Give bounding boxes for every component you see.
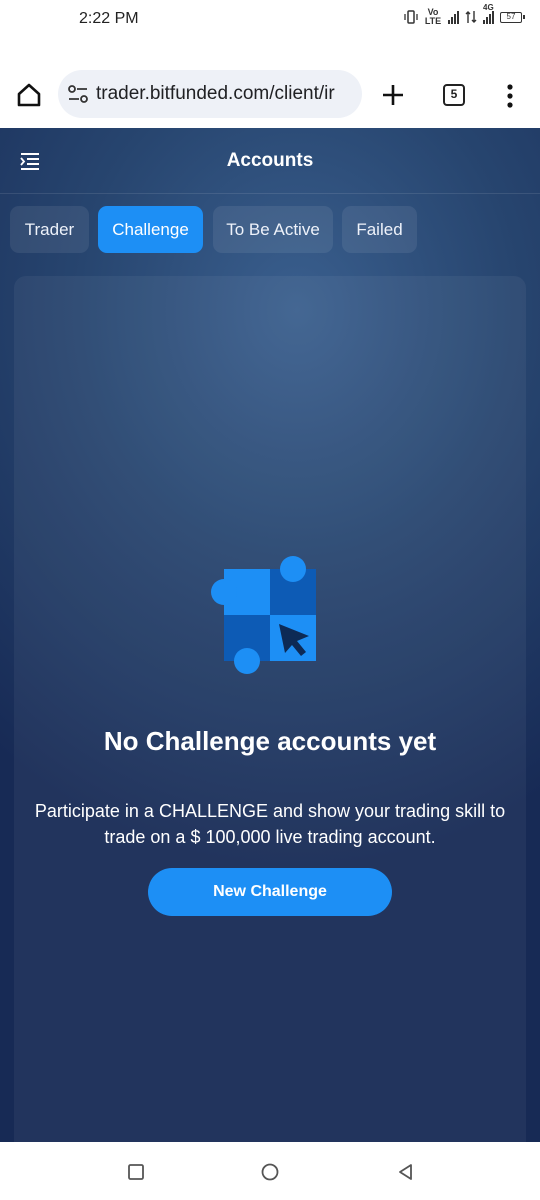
new-challenge-button[interactable]: New Challenge — [148, 868, 392, 916]
back-icon[interactable] — [396, 1162, 416, 1182]
tabs-count-button[interactable]: 5 — [443, 84, 465, 106]
signal-icon — [448, 10, 459, 24]
tab-failed[interactable]: Failed — [342, 206, 417, 253]
empty-state-title: No Challenge accounts yet — [103, 726, 437, 756]
empty-state-description: Participate in a CHALLENGE and show your… — [34, 801, 506, 847]
home-nav-icon[interactable] — [260, 1162, 280, 1182]
recents-icon[interactable] — [126, 1162, 146, 1182]
app-content: Accounts Trader Challenge To Be Active F… — [0, 128, 540, 1142]
empty-state-illustration-icon — [211, 556, 316, 674]
data-arrows-icon — [465, 11, 477, 23]
browser-toolbar: trader.bitfunded.com/client/ir 5 — [0, 60, 540, 128]
battery-icon: 57 — [500, 11, 525, 23]
status-icons: Vo LTE 4G 57 — [404, 3, 525, 26]
site-settings-icon[interactable] — [66, 82, 90, 106]
tab-challenge[interactable]: Challenge — [98, 206, 203, 253]
tab-to-be-active[interactable]: To Be Active — [213, 206, 333, 253]
volte-icon: Vo LTE — [424, 7, 442, 26]
system-nav-bar — [0, 1142, 540, 1200]
address-bar[interactable]: trader.bitfunded.com/client/ir — [58, 70, 362, 118]
status-bar: 2:22 PM Vo LTE 4G 57 — [0, 0, 540, 40]
page-title: Accounts — [226, 150, 314, 171]
more-vert-icon[interactable] — [500, 82, 520, 110]
url-text[interactable]: trader.bitfunded.com/client/ir — [96, 83, 335, 105]
signal-4g-icon: 4G — [483, 3, 494, 24]
home-icon[interactable] — [16, 82, 42, 108]
plus-icon[interactable] — [378, 80, 408, 110]
tab-trader[interactable]: Trader — [10, 206, 89, 253]
status-time: 2:22 PM — [79, 10, 139, 27]
accounts-panel — [14, 276, 526, 1142]
vibrate-icon — [404, 10, 418, 24]
app-header: Accounts — [0, 128, 540, 194]
